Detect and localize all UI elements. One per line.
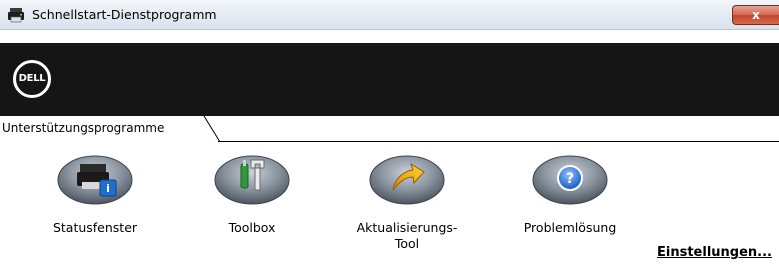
tool-update[interactable]: Aktualisierungs- Tool [342, 146, 472, 272]
tab-strip: Unterstützungsprogramme [0, 116, 779, 143]
tab-baseline [218, 141, 779, 142]
tab-edge [203, 116, 221, 143]
close-button[interactable]: x [732, 5, 779, 25]
title-bar: Schnellstart-Dienstprogramm x [0, 0, 779, 30]
troubleshooting-icon: ? [532, 155, 608, 205]
tool-troubleshooting[interactable]: ? Problemlösung [505, 146, 635, 272]
svg-text:?: ? [566, 171, 574, 187]
tool-label: Toolbox [228, 220, 276, 235]
dell-logo: DELL [13, 60, 51, 98]
close-icon: x [752, 8, 760, 22]
toolbox-icon [214, 155, 290, 205]
brand-banner: DELL [0, 43, 779, 116]
settings-link[interactable]: Einstellungen... [657, 245, 772, 260]
tool-label: Problemlösung [523, 220, 617, 235]
tool-status-window[interactable]: i Statusfenster [30, 146, 160, 272]
printer-app-icon [8, 8, 24, 23]
update-tool-icon [369, 155, 445, 205]
status-window-icon: i [57, 155, 133, 205]
tool-toolbox[interactable]: Toolbox [187, 146, 317, 272]
tab-label: Unterstützungsprogramme [2, 121, 165, 135]
tool-label: Statusfenster [52, 220, 138, 235]
window-title: Schnellstart-Dienstprogramm [32, 7, 217, 22]
svg-text:i: i [106, 182, 110, 195]
tab-support-programs[interactable]: Unterstützungsprogramme [0, 116, 168, 142]
tool-label: Aktualisierungs- Tool [356, 220, 458, 251]
